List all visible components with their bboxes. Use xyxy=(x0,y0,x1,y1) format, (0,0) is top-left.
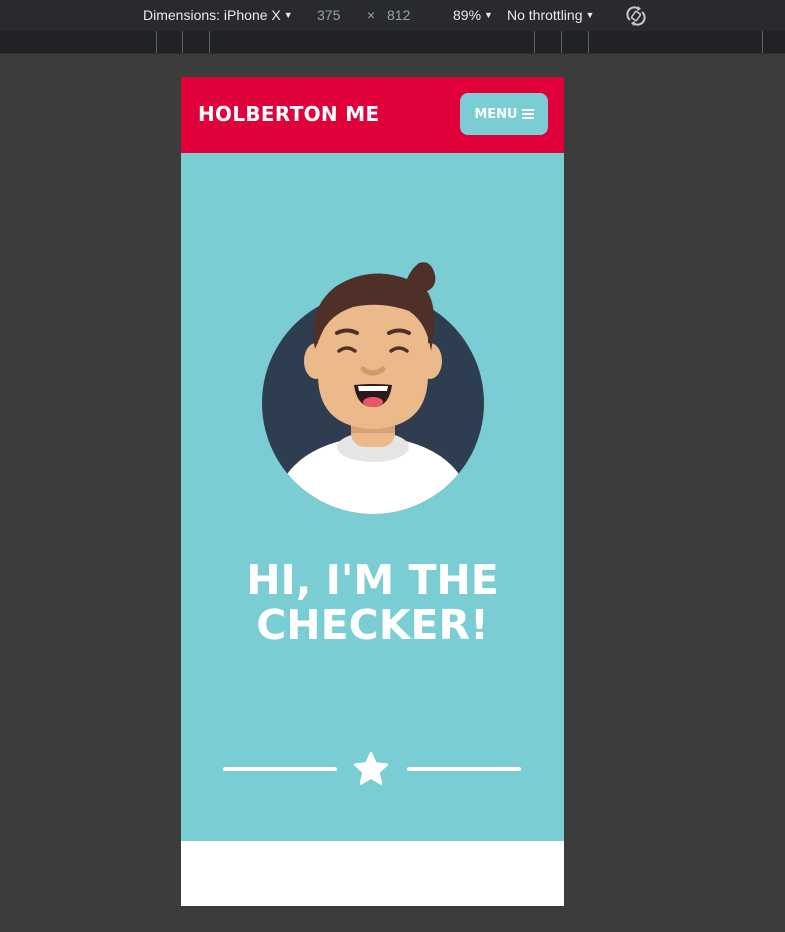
star-icon xyxy=(353,751,389,785)
width-input[interactable]: 375 xyxy=(317,7,340,23)
hero-section: HI, I'M THE CHECKER! xyxy=(181,153,564,841)
rotate-icon[interactable] xyxy=(624,4,648,28)
menu-button-label: MENU xyxy=(474,106,518,122)
throttling-select[interactable]: No throttling ▼ xyxy=(507,7,594,23)
ruler-tick xyxy=(762,31,763,53)
dimension-separator: × xyxy=(367,7,376,23)
divider-line-left xyxy=(223,767,337,771)
ruler-tick xyxy=(534,31,535,53)
caret-down-icon: ▼ xyxy=(283,10,293,20)
ruler-tick xyxy=(182,31,183,53)
throttling-label: No throttling xyxy=(507,7,583,23)
site-header: HOLBERTON ME MENU xyxy=(181,77,564,153)
hero-title-line-2: CHECKER! xyxy=(256,601,489,649)
avatar-illustration xyxy=(262,262,484,514)
media-query-ruler xyxy=(0,31,785,54)
height-input[interactable]: 812 xyxy=(387,7,410,23)
caret-down-icon: ▼ xyxy=(585,10,595,20)
next-section xyxy=(181,841,564,906)
divider-line-right xyxy=(407,767,521,771)
hero-title-line-1: HI, I'M THE xyxy=(246,556,499,604)
bars-icon xyxy=(521,109,534,119)
ruler-tick xyxy=(561,31,562,53)
device-select-label: Dimensions: iPhone X xyxy=(143,7,281,23)
ruler-tick xyxy=(209,31,210,53)
hero-title: HI, I'M THE CHECKER! xyxy=(181,558,564,648)
zoom-label: 89% xyxy=(453,7,482,23)
caret-down-icon: ▼ xyxy=(484,10,493,20)
menu-button[interactable]: MENU xyxy=(460,93,548,135)
device-select[interactable]: Dimensions: iPhone X ▼ xyxy=(143,7,293,23)
ruler-tick xyxy=(156,31,157,53)
devtools-toolbar: Dimensions: iPhone X ▼ 375 × 812 89% ▼ No … xyxy=(0,0,785,31)
site-logo[interactable]: HOLBERTON ME xyxy=(198,102,379,126)
device-viewport: HOLBERTON ME MENU HI, I'M THE CHECKER! xyxy=(181,77,564,906)
zoom-select[interactable]: 89% ▼ xyxy=(453,7,493,23)
ruler-tick xyxy=(588,31,589,53)
